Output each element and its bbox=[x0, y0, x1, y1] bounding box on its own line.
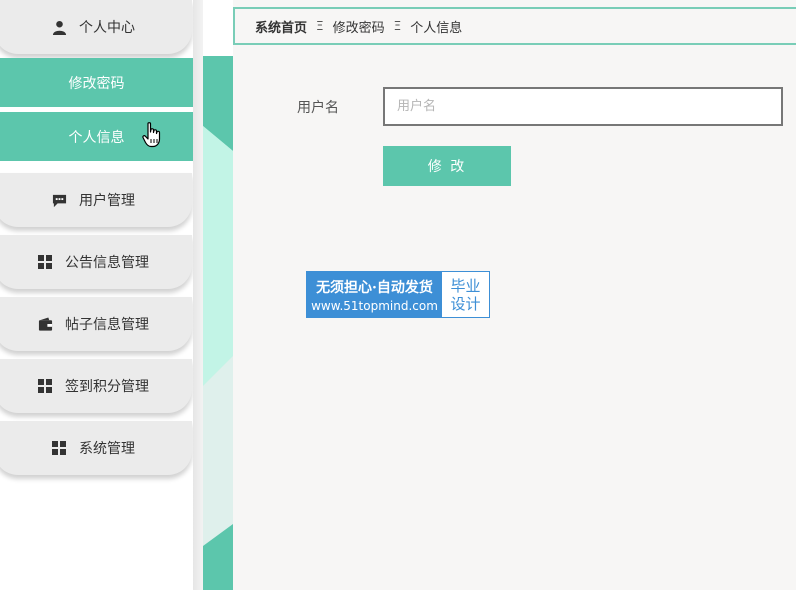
watermark-badge: 无须担心·自动发货 www.51topmind.com 毕业 设计 bbox=[306, 271, 490, 318]
sidebar-item-label: 签到积分管理 bbox=[65, 379, 149, 395]
watermark-text: 设计 bbox=[450, 294, 481, 313]
chat-icon bbox=[51, 192, 67, 208]
sidebar-item-post-management[interactable]: 帖子信息管理 bbox=[0, 297, 192, 351]
sidebar-subitem-personal-info[interactable]: 个人信息 bbox=[0, 112, 193, 161]
sidebar-item-label: 个人中心 bbox=[79, 20, 135, 36]
decorative-strip bbox=[203, 56, 233, 590]
sidebar-item-system-management[interactable]: 系统管理 bbox=[0, 421, 192, 475]
sidebar-item-label: 系统管理 bbox=[79, 441, 135, 457]
sidebar-item-user-management[interactable]: 用户管理 bbox=[0, 173, 192, 227]
grid-icon bbox=[37, 378, 53, 394]
hand-cursor-icon bbox=[142, 122, 162, 148]
watermark-left: 无须担心·自动发货 www.51topmind.com bbox=[307, 272, 442, 317]
sidebar-item-label: 用户管理 bbox=[79, 193, 135, 209]
sidebar-item-label: 帖子信息管理 bbox=[65, 317, 149, 333]
breadcrumb-home[interactable]: 系统首页 bbox=[255, 17, 307, 36]
submit-button[interactable]: 修 改 bbox=[383, 146, 511, 186]
sidebar-shadow bbox=[193, 0, 203, 590]
watermark-right: 毕业 设计 bbox=[442, 272, 489, 317]
sidebar-subitem-change-password[interactable]: 修改密码 bbox=[0, 58, 193, 107]
breadcrumb-separator: Ξ bbox=[393, 19, 402, 33]
sidebar: 个人中心 修改密码 个人信息 用户管理 公告信息管理 帖子信息管理 签到积分管理 bbox=[0, 0, 193, 590]
breadcrumb: 系统首页 Ξ 修改密码 Ξ 个人信息 bbox=[233, 7, 796, 45]
breadcrumb-item[interactable]: 修改密码 bbox=[333, 17, 385, 36]
sidebar-item-announcement-management[interactable]: 公告信息管理 bbox=[0, 235, 192, 289]
grid-icon bbox=[37, 254, 53, 270]
user-icon bbox=[51, 19, 67, 35]
grid-icon bbox=[51, 440, 67, 456]
sidebar-subitem-label: 个人信息 bbox=[68, 129, 125, 146]
sidebar-subitem-label: 修改密码 bbox=[68, 75, 125, 92]
watermark-text: 毕业 bbox=[450, 276, 481, 295]
watermark-slogan: 无须担心·自动发货 bbox=[316, 279, 433, 296]
wallet-icon bbox=[37, 316, 53, 332]
sidebar-item-personal-center[interactable]: 个人中心 bbox=[0, 0, 192, 54]
username-label: 用户名 bbox=[297, 100, 339, 116]
breadcrumb-item[interactable]: 个人信息 bbox=[410, 17, 462, 36]
sidebar-item-label: 公告信息管理 bbox=[65, 255, 149, 271]
breadcrumb-separator: Ξ bbox=[316, 19, 324, 33]
username-input[interactable] bbox=[383, 87, 783, 126]
watermark-url: www.51topmind.com bbox=[311, 298, 438, 313]
sidebar-item-checkin-points-management[interactable]: 签到积分管理 bbox=[0, 359, 192, 413]
